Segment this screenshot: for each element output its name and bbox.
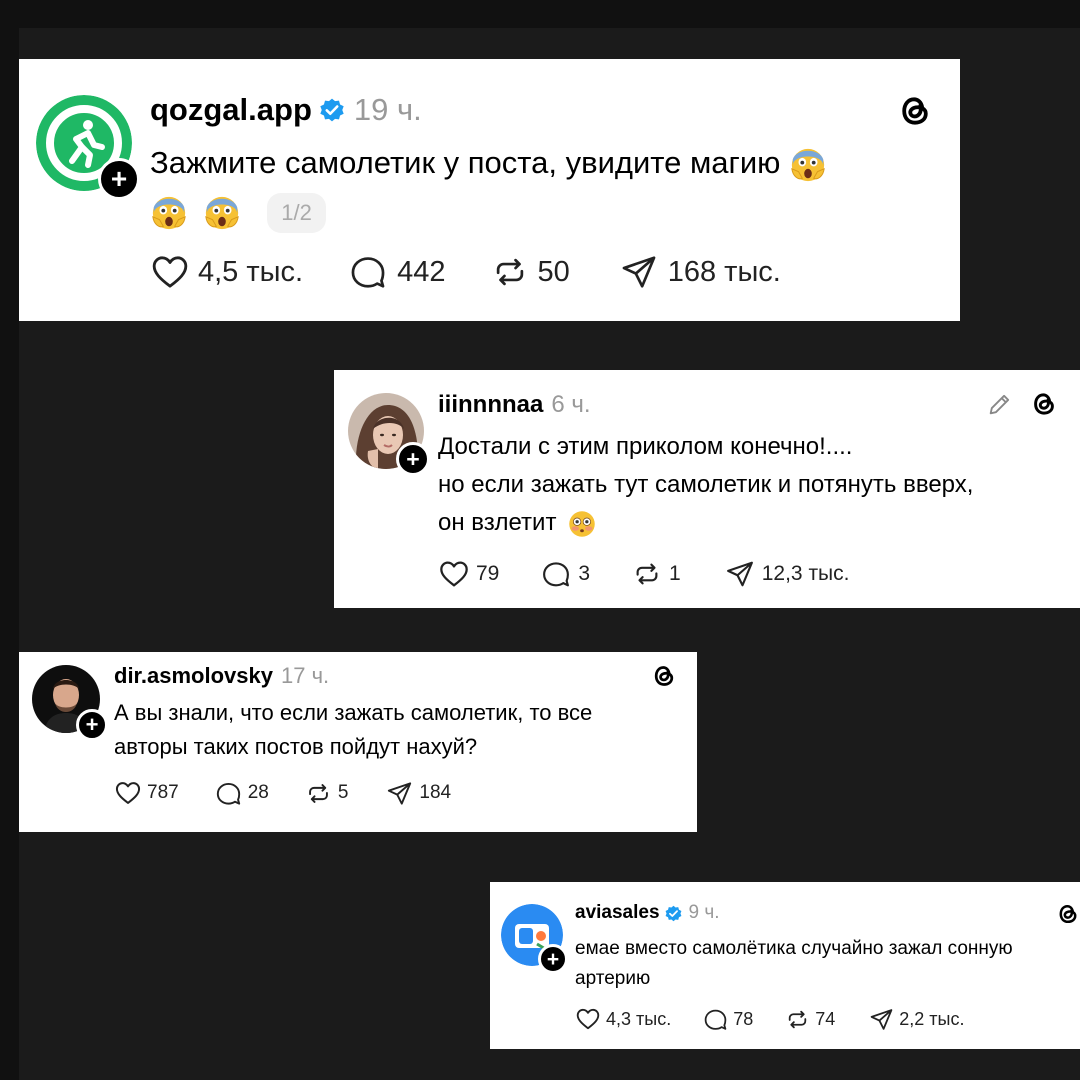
comment-count: 3 xyxy=(578,562,591,585)
post-text-line: Зажмите самолетик у поста, увидите магию xyxy=(150,145,781,180)
comment-button[interactable]: 442 xyxy=(349,253,445,291)
post-time: 9 ч. xyxy=(688,902,720,923)
share-button[interactable]: 184 xyxy=(386,780,451,807)
share-button[interactable]: 168 тыс. xyxy=(620,253,781,291)
verified-badge-icon xyxy=(664,904,683,923)
post-text-line: он взлетит xyxy=(438,509,557,536)
like-button[interactable]: 79 xyxy=(438,558,499,590)
post-card-iiinnnnaa[interactable]: + iiinnnnaa 6 ч. Достали с этим приколом… xyxy=(334,370,1080,608)
repost-button[interactable]: 50 xyxy=(491,253,570,291)
repost-button[interactable]: 1 xyxy=(632,559,681,589)
flushed-emoji-icon xyxy=(567,509,597,539)
post-text-line: Достали с этим приколом конечно!.... xyxy=(438,433,853,460)
post-text: Достали с этим приколом конечно!.... но … xyxy=(438,428,1068,542)
post-actions: 787 28 5 184 xyxy=(114,779,451,807)
username[interactable]: iiinnnnaa xyxy=(438,391,543,419)
share-button[interactable]: 12,3 тыс. xyxy=(725,559,850,589)
post-text: Зажмите самолетик у поста, увидите магию… xyxy=(150,141,940,233)
threads-logo-icon[interactable] xyxy=(897,93,933,129)
comment-count: 442 xyxy=(397,255,446,288)
post-time: 19 ч. xyxy=(353,92,422,127)
threads-logo-icon[interactable] xyxy=(651,663,677,689)
comment-count: 28 xyxy=(247,782,269,803)
repost-button[interactable]: 5 xyxy=(305,780,349,807)
repost-button[interactable]: 74 xyxy=(785,1007,835,1032)
follow-plus-button[interactable]: + xyxy=(98,158,140,200)
post-card-qozgal[interactable]: + qozgal.app 19 ч. Зажмите самолетик у п… xyxy=(19,59,960,321)
follow-plus-button[interactable]: + xyxy=(76,709,108,741)
scream-emoji-icon xyxy=(150,194,188,232)
post-actions: 4,3 тыс. 78 74 2,2 тыс. xyxy=(575,1006,965,1032)
post-text-line: но если зажать тут самолетик и потянуть … xyxy=(438,471,974,498)
scream-emoji-icon xyxy=(203,194,241,232)
post-header: aviasales 9 ч. xyxy=(575,900,720,926)
follow-plus-button[interactable]: + xyxy=(396,442,430,476)
repost-count: 74 xyxy=(815,1008,836,1029)
edit-pencil-icon[interactable] xyxy=(986,390,1014,418)
share-count: 12,3 тыс. xyxy=(761,562,850,585)
post-text-line: авторы таких постов пойдут нахуй? xyxy=(114,734,478,759)
repost-count: 1 xyxy=(669,562,681,585)
follow-plus-button[interactable]: + xyxy=(538,944,568,974)
username[interactable]: aviasales xyxy=(575,902,660,924)
post-text: А вы знали, что если зажать самолетик, т… xyxy=(114,696,684,764)
share-count: 168 тыс. xyxy=(667,255,781,288)
username[interactable]: dir.asmolovsky xyxy=(114,663,273,689)
post-header: iiinnnnaa 6 ч. xyxy=(438,390,591,420)
post-card-aviasales[interactable]: + aviasales 9 ч. емае вместо самолётика … xyxy=(490,882,1080,1049)
post-text-line: емае вместо самолётика случайно зажал со… xyxy=(575,938,1013,959)
comment-button[interactable]: 78 xyxy=(703,1007,753,1032)
like-button[interactable]: 4,5 тыс. xyxy=(150,252,303,292)
threads-logo-icon[interactable] xyxy=(1030,390,1058,418)
repost-count: 50 xyxy=(537,255,570,288)
like-count: 787 xyxy=(147,782,179,803)
comment-count: 78 xyxy=(733,1008,754,1029)
post-text-line: А вы знали, что если зажать самолетик, т… xyxy=(114,700,593,725)
comment-button[interactable]: 28 xyxy=(215,780,269,807)
username[interactable]: qozgal.app xyxy=(150,92,312,128)
post-text-line: артерию xyxy=(575,968,651,989)
post-time: 6 ч. xyxy=(551,391,591,418)
post-header: dir.asmolovsky 17 ч. xyxy=(114,662,329,690)
post-actions: 4,5 тыс. 442 50 168 тыс. xyxy=(150,252,781,292)
post-header: qozgal.app 19 ч. xyxy=(150,92,422,128)
post-time: 17 ч. xyxy=(280,663,330,688)
share-button[interactable]: 2,2 тыс. xyxy=(869,1007,965,1032)
comment-button[interactable]: 3 xyxy=(541,559,590,589)
post-actions: 79 3 1 12,3 тыс. xyxy=(438,558,850,590)
share-count: 184 xyxy=(419,782,452,803)
like-count: 79 xyxy=(476,562,500,585)
like-count: 4,5 тыс. xyxy=(198,255,304,288)
threads-logo-icon[interactable] xyxy=(1056,902,1080,926)
like-button[interactable]: 787 xyxy=(114,779,179,807)
like-count: 4,3 тыс. xyxy=(606,1008,672,1029)
share-count: 2,2 тыс. xyxy=(899,1008,965,1029)
post-text: емае вместо самолётика случайно зажал со… xyxy=(575,934,1080,994)
post-card-dir-asmolovsky[interactable]: + dir.asmolovsky 17 ч. А вы знали, что е… xyxy=(19,652,697,832)
scream-emoji-icon xyxy=(789,146,827,184)
repost-count: 5 xyxy=(337,782,349,803)
verified-badge-icon xyxy=(318,96,346,124)
like-button[interactable]: 4,3 тыс. xyxy=(575,1006,671,1032)
carousel-pager[interactable]: 1/2 xyxy=(267,192,326,233)
